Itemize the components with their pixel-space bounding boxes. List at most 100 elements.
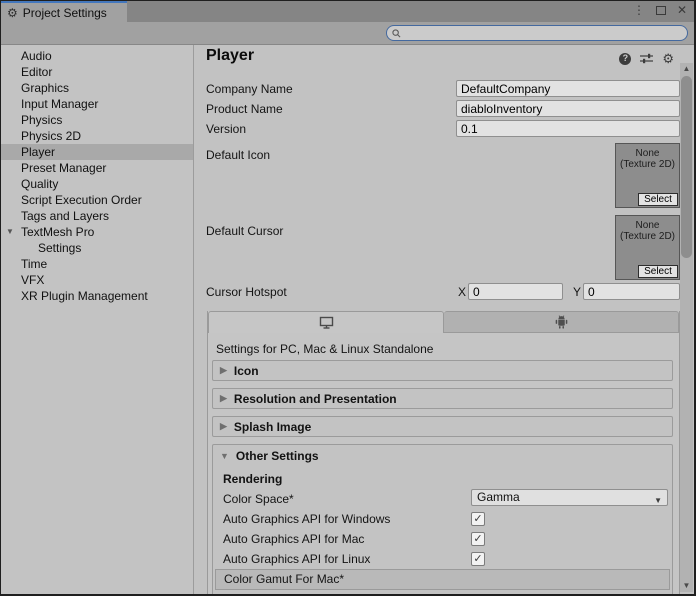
default-cursor-object-field[interactable]: None (Texture 2D) Select [615,215,680,280]
toolbar [1,22,694,45]
platform-tab-bar [208,311,679,333]
default-cursor-none-line1: None [616,220,679,231]
vertical-scrollbar[interactable]: ▲ ▼ [680,63,693,592]
other-settings-section: ▼ Other Settings Rendering Color Space* … [212,444,673,596]
section-label: Splash Image [234,420,311,434]
version-input[interactable] [456,120,680,137]
sidebar-item-script-execution-order[interactable]: Script Execution Order [1,192,193,208]
search-input[interactable] [404,27,682,39]
other-settings-header[interactable]: ▼ Other Settings [213,445,672,463]
company-name-label: Company Name [206,81,293,97]
platform-settings-header: Settings for PC, Mac & Linux Standalone [216,342,433,356]
checkmark-icon: ✓ [473,514,482,525]
checkmark-icon: ✓ [473,554,482,565]
sidebar-item-label: VFX [21,273,44,287]
presets-icon[interactable] [640,53,653,64]
checkbox-auto-graphics-api-for-mac[interactable]: ✓ [471,532,485,546]
foldout-closed-icon: ▶ [220,421,227,432]
sidebar-item-audio[interactable]: Audio [1,48,193,64]
sidebar-item-label: Input Manager [21,97,98,111]
version-label: Version [206,121,246,137]
maximize-icon[interactable] [656,6,666,15]
sidebar-item-settings[interactable]: Settings [1,240,193,256]
checkbox-auto-graphics-api-for-linux[interactable]: ✓ [471,552,485,566]
window-menu-icon[interactable]: ⋮ [633,4,645,16]
color-space-value: Gamma [477,490,520,504]
project-settings-window: ⚙ Project Settings ⋮ ✕ Audio EditorGraphi… [0,0,696,596]
sidebar-item-preset-manager[interactable]: Preset Manager [1,160,193,176]
foldout-open-icon: ▼ [220,451,229,461]
sidebar-item-xr-plugin-management[interactable]: XR Plugin Management [1,288,193,304]
sidebar-item-quality[interactable]: Quality [1,176,193,192]
sidebar-item-label: Player [21,145,55,159]
default-icon-select-button[interactable]: Select [638,193,678,206]
default-icon-none-line1: None [616,148,679,159]
sidebar-item-label: Audio [21,49,52,63]
window-tab-title: Project Settings [23,6,107,20]
sidebar-item-label: TextMesh Pro [21,225,94,239]
hotspot-y-label: Y [573,284,581,300]
sidebar-item-label: Script Execution Order [21,193,142,207]
cursor-hotspot-label: Cursor Hotspot [206,284,287,300]
sidebar-item-label: Tags and Layers [21,209,109,223]
sidebar-item-label: Editor [21,65,52,79]
foldout-closed-icon: ▶ [220,365,227,376]
sidebar-item-label: Preset Manager [21,161,106,175]
checkbox-auto-graphics-api-for-windows[interactable]: ✓ [471,512,485,526]
default-cursor-label: Default Cursor [206,223,283,239]
sidebar-item-label: Settings [38,241,81,255]
tab-standalone[interactable] [208,311,444,333]
settings-sidebar: Audio EditorGraphicsInput Manager Physics P… [1,45,194,594]
sidebar-item-editor[interactable]: Editor [1,64,193,80]
window-tab-strip: ⚙ Project Settings ⋮ ✕ [1,1,694,22]
sidebar-item-label: XR Plugin Management [21,289,148,303]
sidebar-item-time[interactable]: Time [1,256,193,272]
sidebar-item-graphics[interactable]: Graphics [1,80,193,96]
sidebar-item-player[interactable]: Player [1,144,193,160]
sidebar-item-vfx[interactable]: VFX [1,272,193,288]
page-title: Player [206,47,254,65]
sidebar-item-physics[interactable]: Physics [1,112,193,128]
sidebar-item-textmesh-pro[interactable]: ▼ TextMesh Pro [1,224,193,240]
section-icon[interactable]: ▶Icon [212,360,673,381]
android-icon [555,315,568,329]
default-icon-none-line2: (Texture 2D) [616,159,679,170]
foldout-open-icon[interactable]: ▼ [6,224,14,240]
default-cursor-none-line2: (Texture 2D) [616,231,679,242]
product-name-label: Product Name [206,101,283,117]
default-cursor-select-button[interactable]: Select [638,265,678,278]
sidebar-item-label: Physics [21,113,62,127]
sidebar-item-label: Physics 2D [21,129,81,143]
sidebar-item-tags-and-layers[interactable]: Tags and Layers [1,208,193,224]
scroll-down-icon[interactable]: ▼ [680,581,693,591]
hotspot-x-input[interactable] [468,283,563,300]
foldout-closed-icon: ▶ [220,393,227,404]
sidebar-item-physics-2d[interactable]: Physics 2D [1,128,193,144]
sidebar-item-input-manager[interactable]: Input Manager [1,96,193,112]
toggle-label: Auto Graphics API for Mac [223,531,364,547]
toggle-label: Auto Graphics API for Windows [223,511,390,527]
help-icon[interactable]: ? [619,53,631,65]
search-field[interactable] [386,25,688,41]
tab-android[interactable] [444,311,679,333]
color-space-label: Color Space* [223,491,294,507]
sidebar-item-label: Quality [21,177,58,191]
scrollbar-thumb[interactable] [681,76,692,258]
standalone-monitor-icon [319,316,334,329]
settings-gear-icon[interactable]: ⚙ [662,52,674,65]
search-icon [392,29,401,38]
checkmark-icon: ✓ [473,534,482,545]
color-space-dropdown[interactable]: Gamma ▼ [471,489,668,506]
scroll-up-icon[interactable]: ▲ [680,64,693,74]
tab-project-settings[interactable]: ⚙ Project Settings [1,1,127,22]
default-icon-label: Default Icon [206,147,270,163]
section-splash-image[interactable]: ▶ Splash Image [212,416,673,437]
section-resolution-and-presentation[interactable]: ▶Resolution and Presentation [212,388,673,409]
hotspot-y-input[interactable] [583,283,680,300]
company-name-input[interactable] [456,80,680,97]
product-name-input[interactable] [456,100,680,117]
close-icon[interactable]: ✕ [677,4,687,16]
chevron-down-icon: ▼ [654,493,662,508]
color-gamut-subsection[interactable]: Color Gamut For Mac* [215,569,670,590]
default-icon-object-field[interactable]: None (Texture 2D) Select [615,143,680,208]
